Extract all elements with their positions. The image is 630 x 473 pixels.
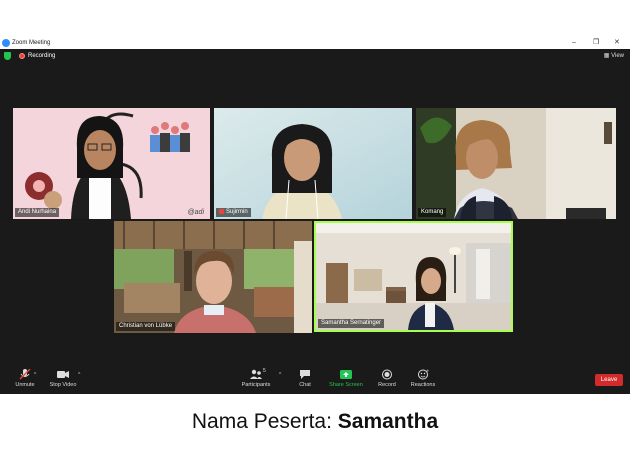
reactions-label: Reactions [410, 382, 436, 388]
participants-count: 5 [263, 368, 266, 374]
participant-name: Samantha Sernatinger [318, 319, 385, 328]
recording-label: Recording [28, 53, 56, 59]
stop-video-button[interactable]: Stop Video [38, 366, 88, 394]
reactions-icon: + [418, 369, 429, 380]
participant-name: Christian von Lübke [116, 322, 176, 331]
title-bar: Zoom Meeting – ❐ ✕ [0, 37, 630, 49]
reactions-button[interactable]: + Reactions [398, 366, 448, 394]
participant-name-box: Sujirmin [216, 207, 251, 217]
video-options-caret-icon[interactable]: ^ [78, 372, 80, 378]
participant-video [13, 108, 210, 219]
grid-icon: ▦ [603, 53, 612, 59]
shield-icon[interactable] [4, 52, 11, 60]
minimize-button[interactable]: – [572, 38, 576, 47]
zoom-app-icon [2, 39, 10, 47]
record-icon [382, 369, 392, 380]
share-screen-icon [340, 370, 352, 379]
mic-muted-icon [219, 208, 224, 214]
video-tile-christian[interactable]: Christian von Lübke [114, 221, 312, 333]
tile-signature: @adi [187, 209, 204, 216]
microphone-muted-icon [19, 369, 31, 380]
leave-button[interactable]: Leave [595, 374, 623, 386]
close-button[interactable]: ✕ [614, 38, 620, 47]
video-camera-icon [57, 371, 69, 378]
participants-button[interactable]: 5 Participants [231, 366, 281, 394]
video-tile-sujirmin[interactable]: Sujirmin [214, 108, 412, 219]
video-tile-andi[interactable]: Andi Nurhaina @adi [13, 108, 210, 219]
stop-video-label: Stop Video [49, 382, 77, 388]
caption-prefix: Nama Peserta: [191, 410, 332, 433]
audio-options-caret-icon[interactable]: ^ [34, 372, 36, 378]
recording-icon [19, 53, 25, 59]
svg-text:+: + [426, 369, 429, 373]
view-label: View [611, 53, 624, 59]
meeting-toolbar: Unmute ^ Stop Video ^ 5 Participants ^ C… [0, 366, 630, 394]
participants-label: Participants [241, 382, 271, 388]
participant-video [416, 108, 616, 219]
window-title: Zoom Meeting [12, 40, 51, 46]
participant-name: Andi Nurhaina [15, 208, 60, 217]
participant-video [316, 223, 511, 330]
participant-video [214, 108, 412, 219]
caption-name: Samantha [337, 410, 439, 433]
participant-name: Sujirmin [226, 209, 248, 215]
participant-video [114, 221, 312, 333]
participant-name: Komang [418, 208, 447, 217]
participants-icon [250, 369, 262, 379]
video-tile-komang[interactable]: Komang [416, 108, 616, 219]
chat-icon [300, 370, 310, 379]
zoom-window: Zoom Meeting – ❐ ✕ Recording ▦ View Andi… [0, 37, 630, 394]
meeting-status-bar: Recording ▦ View [0, 49, 630, 63]
video-tile-samantha-active[interactable]: Samantha Sernatinger [314, 221, 513, 332]
view-button[interactable]: ▦ View [604, 52, 624, 60]
participant-caption: Nama Peserta: Samantha [0, 410, 630, 434]
restore-button[interactable]: ❐ [593, 38, 599, 47]
